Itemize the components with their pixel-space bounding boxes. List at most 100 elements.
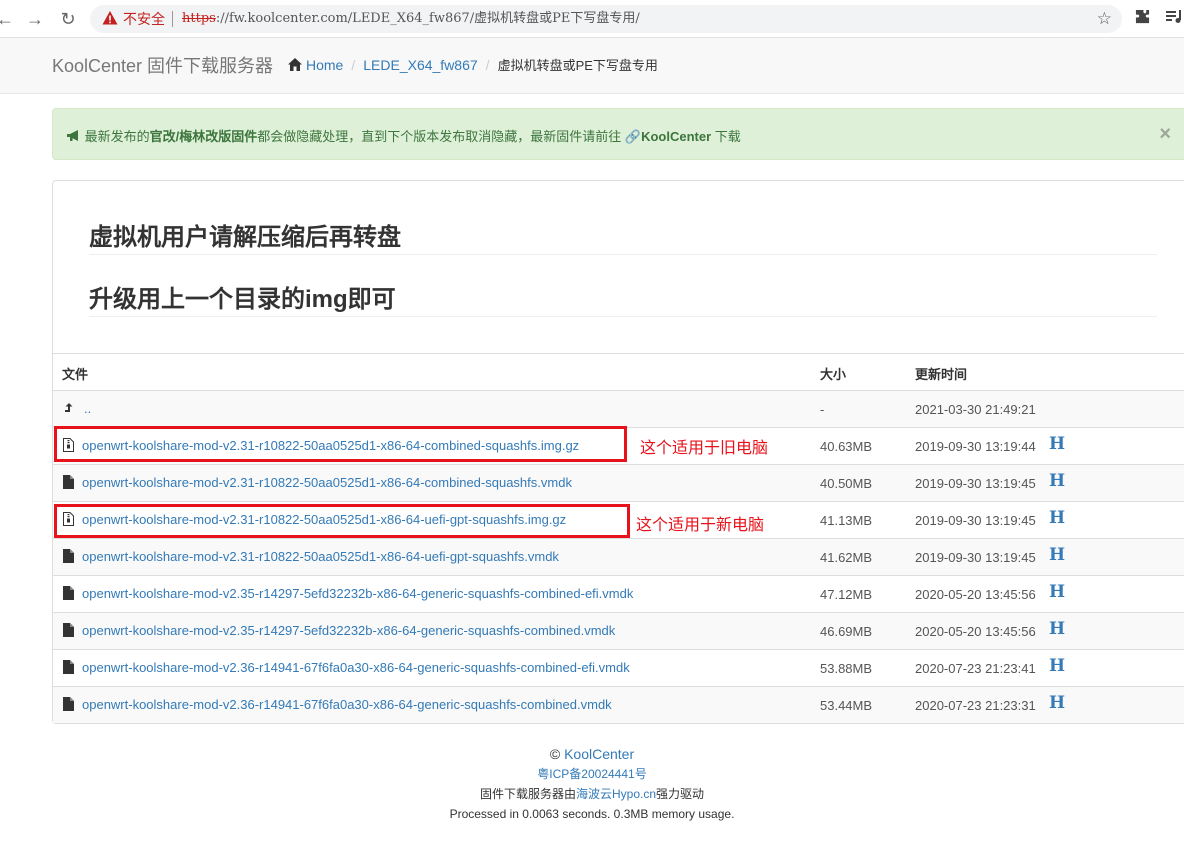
hash-link[interactable]: H bbox=[1049, 619, 1065, 639]
back-arrow-icon[interactable]: ← bbox=[0, 8, 16, 30]
file-time: 2019-09-30 13:19:45 bbox=[915, 476, 1036, 491]
file-size: 40.50MB bbox=[820, 476, 873, 491]
site-navbar: KoolCenter 固件下载服务器 Home / LEDE_X64_fw867 / 虚… bbox=[0, 38, 1184, 94]
footer-icp-link[interactable]: 粤ICP备20024441号 bbox=[537, 767, 646, 781]
alert-prefix: 最新发布的 bbox=[84, 129, 150, 144]
file-time: 2019-09-30 13:19:45 bbox=[915, 550, 1036, 565]
hash-link[interactable]: H bbox=[1049, 545, 1065, 565]
parent-dir-link[interactable]: .. bbox=[84, 401, 91, 416]
file-name-cell: openwrt-koolshare-mod-v2.35-r14297-5efd3… bbox=[63, 623, 615, 638]
address-separator bbox=[172, 11, 173, 27]
hash-link[interactable]: H bbox=[1049, 693, 1065, 713]
warning-icon bbox=[102, 11, 118, 25]
readme-heading-1: 虚拟机用户请解压缩后再转盘 bbox=[89, 224, 401, 251]
footer-stats: Processed in 0.0063 seconds. 0.3MB memor… bbox=[449, 807, 735, 821]
breadcrumb-item-lede[interactable]: LEDE_X64_fw867 bbox=[363, 57, 477, 73]
readme-divider bbox=[89, 254, 1157, 255]
column-header-file[interactable]: 文件 bbox=[62, 364, 88, 383]
hash-link[interactable]: H bbox=[1049, 656, 1065, 676]
notice-alert: 最新发布的官改/梅林改版固件都会做隐藏处理，直到下个版本发布取消隐藏，最新固件请… bbox=[52, 108, 1184, 160]
alert-middle: 都会做隐藏处理，直到下个版本发布取消隐藏，最新固件请前往 bbox=[257, 129, 622, 144]
parent-dir-cell: .. bbox=[63, 401, 91, 416]
reload-icon[interactable]: ↻ bbox=[57, 8, 79, 30]
file-size: 46.69MB bbox=[820, 624, 873, 639]
megaphone-icon bbox=[67, 130, 78, 141]
breadcrumb-current: 虚拟机转盘或PE下写盘专用 bbox=[497, 58, 658, 73]
file-icon bbox=[63, 549, 74, 563]
file-time: 2020-07-23 21:23:41 bbox=[915, 661, 1036, 676]
file-size: 41.13MB bbox=[820, 513, 873, 528]
table-row-parent[interactable]: .. - 2021-03-30 21:49:21 bbox=[53, 390, 1184, 427]
column-header-size[interactable]: 大小 bbox=[820, 364, 846, 383]
table-row[interactable]: openwrt-koolshare-mod-v2.31-r10822-50aa0… bbox=[53, 538, 1184, 575]
breadcrumb-divider: / bbox=[485, 57, 490, 73]
footer-koolcenter-link[interactable]: KoolCenter bbox=[564, 746, 634, 762]
breadcrumb-home[interactable]: Home bbox=[288, 57, 343, 73]
home-icon bbox=[288, 58, 302, 71]
file-name-cell: openwrt-koolshare-mod-v2.31-r10822-50aa0… bbox=[63, 549, 559, 564]
hash-link[interactable]: H bbox=[1049, 434, 1065, 454]
bookmark-star-icon[interactable]: ☆ bbox=[1097, 9, 1112, 29]
close-icon[interactable]: × bbox=[1159, 123, 1171, 146]
level-up-icon bbox=[65, 403, 73, 412]
file-icon bbox=[63, 586, 74, 600]
link-icon: 🔗 bbox=[624, 129, 642, 144]
insecure-label[interactable]: 不安全 bbox=[123, 10, 165, 28]
file-link[interactable]: openwrt-koolshare-mod-v2.36-r14941-67f6f… bbox=[82, 660, 630, 675]
site-brand[interactable]: KoolCenter 固件下载服务器 bbox=[52, 52, 273, 78]
file-icon bbox=[63, 623, 74, 637]
powered-suffix: 强力驱动 bbox=[656, 787, 705, 801]
table-row[interactable]: openwrt-koolshare-mod-v2.35-r14297-5efd3… bbox=[53, 575, 1184, 612]
table-header-row: 文件 大小 更新时间 bbox=[53, 353, 1184, 390]
media-queue-icon[interactable] bbox=[1166, 9, 1184, 28]
url-path: ://fw.koolcenter.com/LEDE_X64_fw867/虚拟机转… bbox=[215, 11, 640, 26]
forward-arrow-icon[interactable]: → bbox=[24, 8, 46, 30]
annotation-box-new-pc bbox=[54, 504, 630, 538]
table-row[interactable]: openwrt-koolshare-mod-v2.36-r14941-67f6f… bbox=[53, 649, 1184, 686]
readme-divider bbox=[89, 316, 1157, 317]
file-time: 2020-05-20 13:45:56 bbox=[915, 587, 1036, 602]
footer-powered: 固件下载服务器由海波云Hypo.cn强力驱动 bbox=[0, 784, 1184, 804]
file-time: 2019-09-30 13:19:44 bbox=[915, 439, 1036, 454]
parent-size: - bbox=[820, 402, 825, 417]
address-bar[interactable]: 不安全 https://fw.koolcenter.com/LEDE_X64_f… bbox=[90, 5, 1122, 33]
readme-heading-2: 升级用上一个目录的img即可 bbox=[89, 286, 396, 313]
file-icon bbox=[63, 697, 74, 711]
hash-link[interactable]: H bbox=[1049, 508, 1065, 528]
breadcrumb: Home / LEDE_X64_fw867 / 虚拟机转盘或PE下写盘专用 bbox=[288, 55, 658, 74]
file-link[interactable]: openwrt-koolshare-mod-v2.36-r14941-67f6f… bbox=[82, 697, 612, 712]
page-footer: © KoolCenter 粤ICP备20024441号 固件下载服务器由海波云H… bbox=[0, 744, 1184, 824]
breadcrumb-divider: / bbox=[351, 57, 356, 73]
file-size: 41.62MB bbox=[820, 550, 873, 565]
table-row[interactable]: openwrt-koolshare-mod-v2.31-r10822-50aa0… bbox=[53, 464, 1184, 501]
file-name-cell: openwrt-koolshare-mod-v2.35-r14297-5efd3… bbox=[63, 586, 633, 601]
browser-toolbar: ← → ↻ 不安全 https://fw.koolcenter.com/LEDE… bbox=[0, 0, 1184, 38]
extensions-puzzle-icon[interactable] bbox=[1135, 9, 1150, 29]
alert-koolcenter-link[interactable]: KoolCenter bbox=[641, 129, 711, 144]
column-header-time[interactable]: 更新时间 bbox=[915, 364, 967, 383]
copyright-symbol: © bbox=[549, 746, 561, 762]
hash-link[interactable]: H bbox=[1049, 582, 1065, 602]
file-link[interactable]: openwrt-koolshare-mod-v2.31-r10822-50aa0… bbox=[82, 475, 572, 490]
file-size: 47.12MB bbox=[820, 587, 873, 602]
table-row[interactable]: openwrt-koolshare-mod-v2.36-r14941-67f6f… bbox=[53, 686, 1184, 723]
annotation-old-pc: 这个适用于旧电脑 bbox=[640, 440, 769, 457]
file-time: 2020-07-23 21:23:31 bbox=[915, 698, 1036, 713]
powered-prefix: 固件下载服务器由 bbox=[479, 787, 576, 801]
alert-message: 最新发布的官改/梅林改版固件都会做隐藏处理，直到下个版本发布取消隐藏，最新固件请… bbox=[67, 126, 741, 145]
annotation-box-old-pc bbox=[54, 426, 627, 462]
url-text[interactable]: https://fw.koolcenter.com/LEDE_X64_fw867… bbox=[182, 11, 640, 27]
breadcrumb-home-label: Home bbox=[306, 57, 344, 73]
hash-link[interactable]: H bbox=[1049, 471, 1065, 491]
table-row[interactable]: openwrt-koolshare-mod-v2.35-r14297-5efd3… bbox=[53, 612, 1184, 649]
file-link[interactable]: openwrt-koolshare-mod-v2.35-r14297-5efd3… bbox=[82, 586, 633, 601]
file-size: 53.88MB bbox=[820, 661, 873, 676]
file-time: 2019-09-30 13:19:45 bbox=[915, 513, 1036, 528]
file-link[interactable]: openwrt-koolshare-mod-v2.35-r14297-5efd3… bbox=[82, 623, 615, 638]
file-size: 40.63MB bbox=[820, 439, 873, 454]
alert-suffix: 下载 bbox=[714, 129, 741, 144]
file-name-cell: openwrt-koolshare-mod-v2.31-r10822-50aa0… bbox=[63, 475, 572, 490]
annotation-new-pc: 这个适用于新电脑 bbox=[636, 517, 765, 534]
file-link[interactable]: openwrt-koolshare-mod-v2.31-r10822-50aa0… bbox=[82, 549, 559, 564]
footer-hypo-link[interactable]: 海波云Hypo.cn bbox=[576, 787, 656, 801]
